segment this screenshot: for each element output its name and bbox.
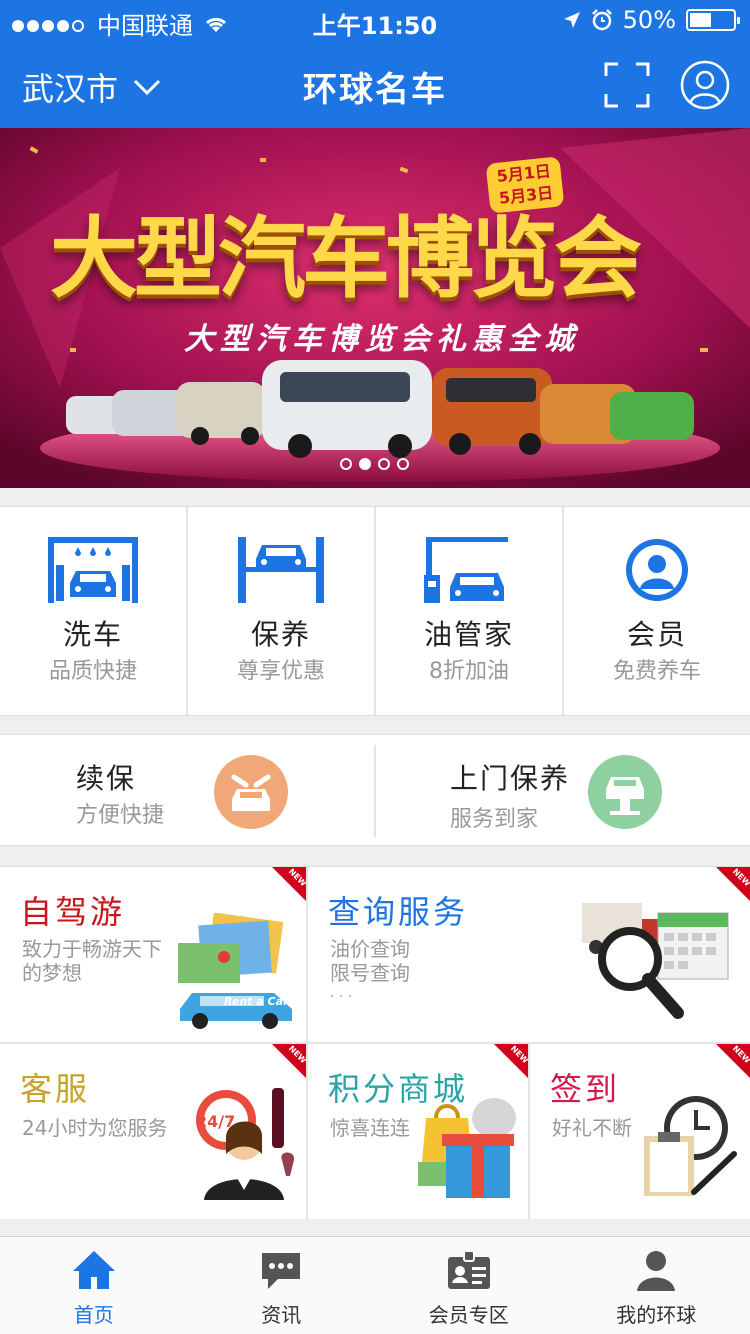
renew-desc: 方便快捷 [76,803,165,828]
home-maintenance[interactable]: 上门保养 服务到家 [376,735,750,847]
top-bar: 中国联通 上午11:50 50% 武汉市 环球名车 [0,0,750,128]
support-agent-illustration [196,1088,295,1200]
banner-date-badge: 5月1日 5月3日 [485,156,565,214]
banner-subline: 大型汽车博览会礼惠全城 [184,322,580,357]
service-grid: 洗车 品质快捷 保养 尊享优惠 油管家 8折加油 会员 免费养车 [0,506,750,716]
chat-icon [262,1253,301,1289]
renew-title: 续保 [76,762,137,795]
feature-desc: 油价查询 [330,937,410,961]
user-icon[interactable] [680,60,730,110]
feature-query[interactable]: 查询服务 油价查询 限号查询 · · · NEW [308,867,750,1042]
car-lift-icon [238,537,324,603]
scan-icon[interactable] [604,62,650,108]
search-calendar-illustration [582,903,729,1019]
service-desc: 品质快捷 [48,659,137,684]
pager-dot[interactable] [397,458,409,470]
battery-percent: 50% [622,6,676,34]
battery-icon [686,9,740,31]
wrench-car-icon [214,755,288,829]
renew-insurance[interactable]: 续保 方便快捷 [0,735,374,847]
feature-title: 查询服务 [328,893,469,931]
feature-self-drive[interactable]: 自驾游 致力于畅游天下 的梦想 Rent a Car NEW [0,867,306,1042]
tab-home[interactable]: 首页 [0,1237,188,1334]
promo-banner[interactable]: 大型汽车博览会 5月1日 5月3日 大型汽车博览会礼惠全城 [0,128,750,488]
travel-illustration [178,913,292,1029]
service-name: 会员 [626,618,687,651]
service-name: 洗车 [62,618,123,651]
tab-my-account[interactable]: 我的环球 [563,1237,750,1334]
service-fuel[interactable]: 油管家 8折加油 [376,507,564,715]
feature-desc: 好礼不断 [552,1116,632,1140]
feature-title: 自驾游 [20,893,126,931]
home-maint-title: 上门保养 [450,762,571,795]
pager-dot[interactable] [378,458,390,470]
service-desc: 免费养车 [612,659,701,684]
service-desc: 尊享优惠 [236,659,325,684]
tab-bar: 首页 资讯 会员专区 我的环球 [0,1236,750,1334]
feature-desc: · · · [330,989,353,1005]
status-bar: 中国联通 上午11:50 50% [0,0,750,40]
service-car-wash[interactable]: 洗车 品质快捷 [0,507,188,715]
tab-label: 首页 [73,1303,114,1327]
member-icon [626,539,688,601]
tab-label: 资讯 [261,1303,302,1327]
feature-support[interactable]: 客服 24小时为您服务 24/7 NEW [0,1044,306,1219]
tab-member-zone[interactable]: 会员专区 [375,1237,563,1334]
status-right: 50% [563,6,740,34]
fuel-pump-icon [424,537,508,603]
tab-news[interactable]: 资讯 [188,1237,376,1334]
car-wash-icon [48,537,138,603]
location-arrow-icon [563,12,580,28]
feature-grid: 自驾游 致力于畅游天下 的梦想 Rent a Car NEW 查询服务 油价查询… [0,866,750,1219]
clock-notepad-illustration [644,1096,737,1196]
pager-dot[interactable] [340,458,352,470]
feature-checkin[interactable]: 签到 好礼不断 NEW [530,1044,750,1219]
rent-a-car-label: Rent a Car [224,995,289,1008]
service-member[interactable]: 会员 免费养车 [564,507,750,715]
support-badge: 24/7 [196,1112,236,1131]
car-lift-round-icon [588,755,662,829]
feature-desc: 致力于畅游天下 [22,937,162,961]
id-card-icon [447,1250,490,1289]
feature-title: 客服 [20,1070,91,1108]
person-icon [637,1251,676,1291]
service-maintenance[interactable]: 保养 尊享优惠 [188,507,376,715]
feature-desc: 限号查询 [330,961,410,985]
gift-illustration [418,1098,516,1198]
pager-dot[interactable] [359,458,371,470]
tab-label: 我的环球 [616,1303,697,1327]
service-desc: 8折加油 [429,659,509,684]
feature-points-mall[interactable]: 积分商城 惊喜连连 NEW [308,1044,528,1219]
service-name: 油管家 [423,618,514,651]
tab-label: 会员专区 [428,1303,509,1327]
service-name: 保养 [250,618,311,651]
insurance-row: 续保 方便快捷 上门保养 服务到家 [0,734,750,846]
feature-desc: 24小时为您服务 [22,1116,168,1140]
feature-desc: 的梦想 [22,961,82,985]
home-icon [72,1251,115,1289]
feature-title: 签到 [550,1070,621,1108]
home-maint-desc: 服务到家 [450,807,539,832]
alarm-icon [591,9,612,31]
feature-desc: 惊喜连连 [330,1116,410,1140]
banner-pager[interactable] [340,458,409,470]
